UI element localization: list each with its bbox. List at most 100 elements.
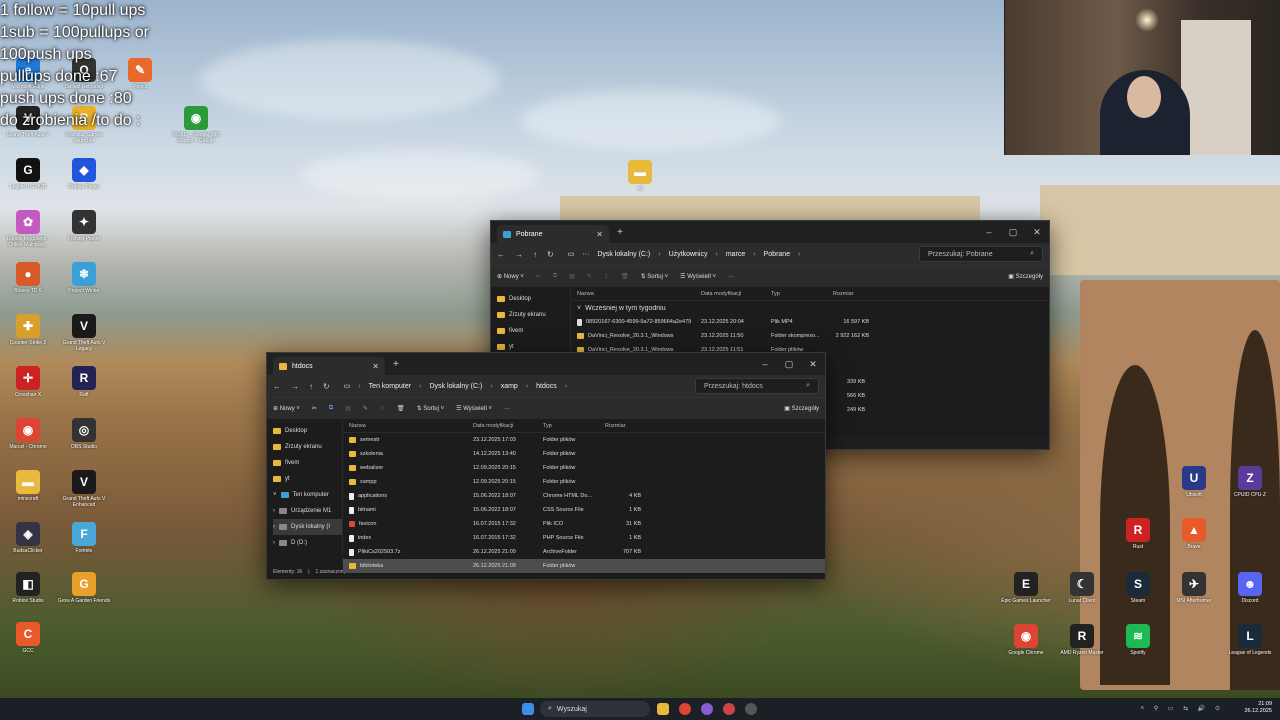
file-explorer-icon[interactable] bbox=[657, 703, 669, 715]
paste-icon[interactable]: ▤ bbox=[345, 405, 351, 412]
desktop-icon[interactable]: E Epic Games Launcher bbox=[998, 572, 1054, 604]
desktop-icon[interactable]: ✎ Pencil bbox=[112, 58, 168, 90]
new-tab-button[interactable]: + bbox=[617, 227, 623, 238]
nav-item-desktop[interactable]: Desktop bbox=[497, 291, 570, 307]
desktop-icon[interactable]: R Raft bbox=[56, 366, 112, 398]
share-icon[interactable]: ⇪ bbox=[604, 273, 609, 280]
up-icon[interactable]: ↑ bbox=[309, 382, 313, 391]
desktop-icon[interactable]: ▲ Brave bbox=[1166, 518, 1222, 550]
nav-item-yt[interactable]: yt bbox=[273, 471, 342, 487]
obs-icon[interactable] bbox=[745, 703, 757, 715]
details-button[interactable]: ▣ Szczegóły bbox=[1008, 273, 1043, 280]
table-row[interactable]: index 16.07.2015 17:32 PHP Source File 1 KB bbox=[343, 531, 825, 545]
desktop-icon[interactable]: V Grand Theft Auto V Enhanced bbox=[56, 470, 112, 508]
breadcrumb-item[interactable]: marce bbox=[726, 251, 745, 258]
group-header[interactable]: ˅ Wcześniej w tym tygodniu bbox=[571, 301, 1049, 315]
desktop-icon[interactable]: ● Bloons TD 6 bbox=[0, 262, 56, 294]
forward-icon[interactable]: → bbox=[291, 382, 299, 391]
desktop-icon[interactable]: ≋ Spotify bbox=[1110, 624, 1166, 656]
column-type[interactable]: Typ bbox=[771, 291, 833, 297]
nav-item-drive-d[interactable]: › D (D:) bbox=[273, 535, 342, 551]
table-row[interactable]: xampp 12.09.2025 20:15 Folder plików bbox=[343, 475, 825, 489]
sort-button[interactable]: ⇅ Sortuj ˅ bbox=[417, 405, 445, 412]
more-options-icon[interactable]: ··· bbox=[728, 274, 734, 280]
rename-icon[interactable]: ✎ bbox=[363, 405, 368, 412]
desktop-icon[interactable]: R AMD Ryzen Master bbox=[1054, 624, 1110, 656]
nav-item-screenshots[interactable]: Zrzuty ekranu bbox=[273, 439, 342, 455]
maximize-button[interactable]: ▢ bbox=[777, 353, 801, 375]
desktop-icon[interactable]: ◉ Marcel - Chrome bbox=[0, 418, 56, 450]
table-row[interactable]: PlikiCs202503.7z 26.12.2025 21:09 ArchiveF… bbox=[343, 545, 825, 559]
desktop-icon[interactable]: R Rockstar Games Launcher bbox=[56, 106, 112, 144]
share-icon[interactable]: ⇪ bbox=[380, 405, 385, 412]
nav-item-local-disk[interactable]: › Dysk lokalny (I bbox=[273, 519, 342, 535]
maximize-button[interactable]: ▢ bbox=[1001, 221, 1025, 243]
forward-icon[interactable]: → bbox=[515, 250, 523, 259]
table-row[interactable]: bitnami 15.06.2022 18:07 CSS Source File 1 … bbox=[343, 503, 825, 517]
back-icon[interactable]: ← bbox=[497, 250, 505, 259]
close-tab-icon[interactable]: ✕ bbox=[372, 362, 379, 371]
desktop-icon[interactable]: ◧ Roblox Studio bbox=[0, 572, 56, 604]
table-row[interactable]: semestr 23.12.2025 17:03 Folder plików bbox=[343, 433, 825, 447]
more-icon[interactable]: ··· bbox=[582, 251, 589, 258]
desktop-icon[interactable]: ◆ Roblox Player bbox=[56, 158, 112, 190]
column-size[interactable]: Rozmiar bbox=[833, 291, 869, 297]
desktop-icon[interactable]: ❄ Project Winter bbox=[56, 262, 112, 294]
details-button[interactable]: ▣ Szczegóły bbox=[784, 405, 819, 412]
copy-icon[interactable]: ⧉ bbox=[329, 405, 333, 412]
table-row[interactable]: applications 15.06.2022 18:07 Chrome HTML … bbox=[343, 489, 825, 503]
desktop-icon[interactable]: Z CPUID CPU-Z bbox=[1222, 466, 1278, 498]
new-button[interactable]: ⊕ Nowy ˅ bbox=[497, 273, 524, 280]
chrome-icon[interactable] bbox=[679, 703, 691, 715]
nav-item-device[interactable]: › Urządzenie M1 bbox=[273, 503, 342, 519]
sort-button[interactable]: ⇅ Sortuj ˅ bbox=[641, 273, 669, 280]
column-date[interactable]: Data modyfikacji bbox=[473, 423, 543, 429]
view-button[interactable]: ☰ Wyświetl ˅ bbox=[456, 405, 492, 412]
breadcrumb[interactable]: ▭ › Ten komputer › Dysk lokalny (C:) › xamp… bbox=[339, 378, 685, 394]
breadcrumb-item[interactable]: Użytkownicy bbox=[669, 251, 708, 258]
search-input[interactable]: Przeszukaj: htdocs ⌕ bbox=[695, 378, 819, 394]
desktop-icon[interactable]: ▬ rd bbox=[612, 160, 668, 192]
table-row[interactable]: 08920167-6300-4599-9a72-859664a2e479 23.… bbox=[571, 315, 1049, 329]
clock[interactable]: 21:09 26.12.2025 bbox=[1244, 701, 1272, 715]
desktop-icon[interactable]: e Microsoft Edge bbox=[0, 58, 56, 90]
new-button[interactable]: ⊕ Nowy ˅ bbox=[273, 405, 300, 412]
breadcrumb-item[interactable]: htdocs bbox=[536, 383, 557, 390]
search-input[interactable]: Przeszukaj: Pobrane ⌕ bbox=[919, 246, 1043, 262]
explorer-window-htdocs[interactable]: htdocs ✕ + – ▢ ✕ ← → ↑ ↻ ▭ › Ten komputer… bbox=[266, 352, 826, 580]
column-name[interactable]: Nazwa bbox=[571, 291, 701, 297]
delete-icon[interactable]: 🗑 bbox=[397, 405, 405, 412]
desktop-icon[interactable]: O Outlast Reloaded bbox=[56, 58, 112, 90]
more-options-icon[interactable]: ··· bbox=[504, 406, 510, 412]
system-tray[interactable]: ˄ ⚲ ▭ ⇆ 🔊 ⊙ bbox=[1141, 705, 1224, 712]
table-row[interactable]: szkolenia 14.12.2025 13:40 Folder plików bbox=[343, 447, 825, 461]
app-icon[interactable] bbox=[723, 703, 735, 715]
tab-htdocs[interactable]: htdocs ✕ bbox=[273, 357, 385, 375]
desktop-icon[interactable]: V Grand Theft Auto V Legacy bbox=[56, 314, 112, 352]
refresh-icon[interactable]: ↻ bbox=[547, 250, 554, 259]
paste-icon[interactable]: ▤ bbox=[569, 273, 575, 280]
table-row[interactable]: webalizer 12.09.2025 20:15 Folder plików bbox=[343, 461, 825, 475]
desktop-icon[interactable]: R Rust bbox=[1110, 518, 1166, 550]
desktop-icon[interactable]: ☾ Lunar Client bbox=[1054, 572, 1110, 604]
nav-item-screenshots[interactable]: Zrzuty ekranu bbox=[497, 307, 570, 323]
breadcrumb[interactable]: ▭ ··· Dysk lokalny (C:) › Użytkownicy › mar… bbox=[563, 246, 909, 262]
desktop-icon[interactable]: ▬ minecraft bbox=[0, 470, 56, 502]
desktop-icon[interactable]: ✈ MSI Afterburner bbox=[1166, 572, 1222, 604]
desktop-icon[interactable]: ◉ WSKD – Google (86) Google – Google bbox=[168, 106, 224, 144]
new-tab-button[interactable]: + bbox=[393, 359, 399, 370]
desktop-icon[interactable]: ✚ Counter-Strike 2 bbox=[0, 314, 56, 346]
desktop-icon[interactable]: ◈ BudsaClicker bbox=[0, 522, 56, 554]
cut-icon[interactable]: ✂ bbox=[312, 405, 317, 412]
column-type[interactable]: Typ bbox=[543, 423, 605, 429]
nav-item-desktop[interactable]: Desktop bbox=[273, 423, 342, 439]
copy-icon[interactable]: ⧉ bbox=[553, 273, 557, 280]
desktop-icon[interactable]: ◎ OBS Studio bbox=[56, 418, 112, 450]
minimize-button[interactable]: – bbox=[977, 221, 1001, 243]
nav-item-fivem[interactable]: fivem bbox=[497, 323, 570, 339]
rename-icon[interactable]: ✎ bbox=[587, 273, 592, 280]
taskbar-search[interactable]: ⌕ Wyszukaj bbox=[540, 701, 650, 717]
breadcrumb-item[interactable]: Pobrane bbox=[764, 251, 790, 258]
breadcrumb-item[interactable]: Ten komputer bbox=[369, 383, 411, 390]
view-button[interactable]: ☰ Wyświetl ˅ bbox=[680, 273, 716, 280]
